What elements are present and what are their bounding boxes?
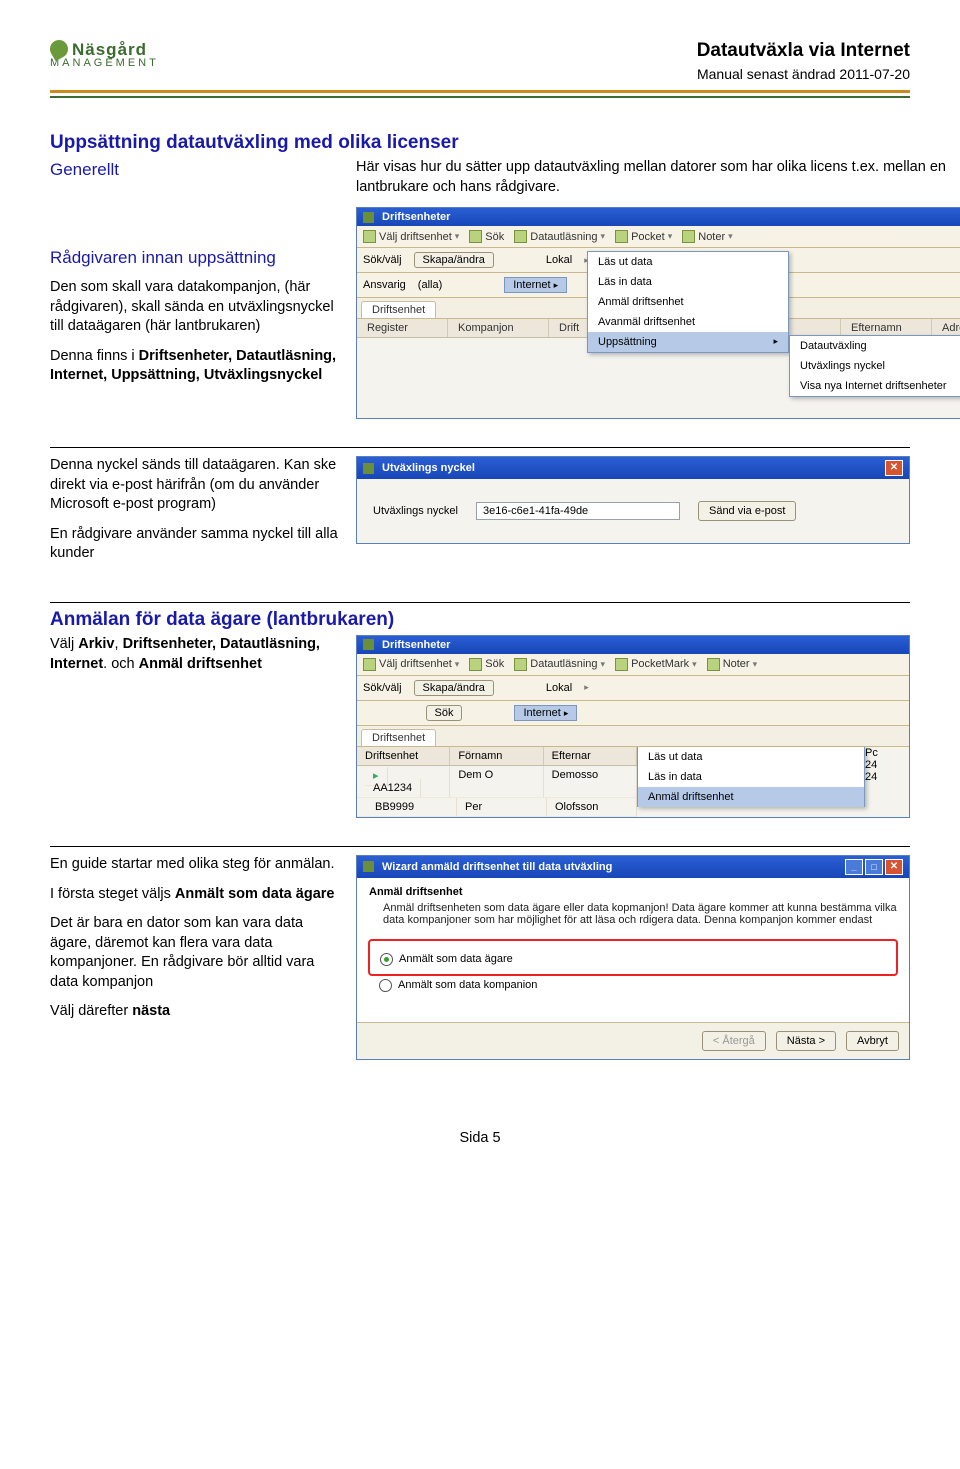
tab-driftsenhet[interactable]: Driftsenhet [361, 729, 436, 746]
lbl-sokvalj: Sök/välj [363, 254, 402, 266]
sec1-left-p1: Den som skall vara datakompanjon, (här r… [50, 278, 340, 337]
divider [50, 846, 910, 847]
tab-driftsenhet[interactable]: Driftsenhet [361, 301, 436, 318]
tool-valj-driftsenhet[interactable]: Välj driftsenhet▾ [363, 658, 459, 671]
col-kompanjon: Kompanjon [448, 319, 549, 337]
col-driftsenhet: Driftsenhet [357, 747, 450, 766]
table-row[interactable]: BB9999PerOlofsson [357, 798, 637, 817]
col-efternamn: Efternar [544, 747, 637, 766]
appwin-leaf-icon: Driftsenheter [363, 211, 450, 223]
sec3-p1: Välj Arkiv, Driftsenheter, Datautläsning… [50, 635, 340, 674]
leaf-icon [363, 463, 374, 474]
mi-anmal-driftsenhet[interactable]: Anmäl driftsenhet [638, 787, 864, 807]
divider [50, 447, 910, 448]
lbl-sokvalj: Sök/välj [363, 682, 402, 694]
wizard-title: Wizard anmäld driftsenhet till data utvä… [382, 861, 612, 873]
mi-utvaxlings-nyckel[interactable]: Utväxlings nyckel [790, 356, 960, 376]
logo: Näsgård MANAGEMENT [50, 40, 159, 69]
wiz-intro: Anmäl driftsenheten som data ägare eller… [383, 902, 897, 926]
col-fornamn: Förnamn [450, 747, 543, 766]
context-menu-datautlasning: Läs ut data Läs in data Anmäl driftsenhe… [587, 251, 789, 353]
table-row[interactable]: ▸ AA1234Dem ODemosso [357, 766, 637, 798]
btn-aterga: < Återgå [702, 1031, 766, 1051]
mi-las-in-data[interactable]: Läs in data [638, 767, 864, 787]
col-pc: Pc [865, 747, 909, 759]
tool-noter[interactable]: Noter▾ [682, 230, 732, 243]
dialog-utvaxlings-nyckel: Utväxlings nyckel ✕ Utväxlings nyckel 3e… [356, 456, 910, 544]
toolbar: Välj driftsenhet▾ Sök Datautläsning▾ Poc… [357, 226, 960, 248]
app-icon [363, 639, 374, 650]
divider-orange [50, 90, 910, 93]
sel-internet[interactable]: Internet ▸ [514, 705, 577, 721]
sub-radgivaren: Rådgivaren innan uppsättning [50, 248, 340, 268]
app-icon [363, 861, 374, 872]
sec4-p4: Välj därefter nästa [50, 1002, 340, 1022]
submenu-uppsattning: Datautväxling Utväxlings nyckel Visa nya… [789, 335, 960, 397]
sec4-p3: Det är bara en dator som kan vara data ä… [50, 914, 340, 992]
mi-visa-nya[interactable]: Visa nya Internet driftsenheter [790, 376, 960, 396]
mi-datautvaxling[interactable]: Datautväxling [790, 336, 960, 356]
input-nyckel[interactable]: 3e16-c6e1-41fa-49de [476, 502, 680, 520]
sub-generellt: Generellt [50, 160, 340, 180]
tool-valj-driftsenhet[interactable]: Välj driftsenhet▾ [363, 230, 459, 243]
mi-las-in-data[interactable]: Läs in data [588, 272, 788, 292]
sec1-right-p1: Här visas hur du sätter upp datautväxlin… [356, 158, 960, 197]
sec4-p2: I första steget väljs Anmält som data äg… [50, 885, 340, 905]
divider-green [50, 96, 910, 98]
mi-las-ut-data[interactable]: Läs ut data [588, 252, 788, 272]
radio-anmalt-data-kompanion[interactable]: Anmält som data kompanion [379, 979, 887, 992]
btn-skapa-andra[interactable]: Skapa/ändra [414, 252, 494, 268]
radio-group-selected: Anmält som data ägare [369, 940, 897, 975]
section1-title: Uppsättning datautväxling med olika lice… [50, 126, 910, 154]
tool-sok[interactable]: Sök [469, 658, 504, 671]
sec1-left-p2: Denna finns i Driftsenheter, Datautläsni… [50, 347, 340, 386]
tool-sok[interactable]: Sök [469, 230, 504, 243]
tool-pocketmark[interactable]: PocketMark▾ [615, 658, 697, 671]
logo-text-bottom: MANAGEMENT [50, 58, 159, 69]
dlg-title: Utväxlings nyckel [382, 462, 475, 474]
tool-datautlasning[interactable]: Datautläsning▾ [514, 658, 605, 671]
wiz-group-title: Anmäl driftsenhet [369, 886, 897, 898]
tool-noter[interactable]: Noter▾ [707, 658, 757, 671]
cell: 24 [865, 759, 877, 771]
tool-datautlasning[interactable]: Datautläsning▾ [514, 230, 605, 243]
close-icon[interactable]: ✕ [885, 460, 903, 476]
logo-text-top: Näsgård [72, 41, 147, 58]
sel-lokal[interactable]: Lokal [546, 254, 572, 266]
btn-avbryt[interactable]: Avbryt [846, 1031, 899, 1051]
radio-anmalt-data-agare[interactable]: Anmält som data ägare [380, 953, 886, 966]
maximize-icon[interactable]: □ [865, 859, 883, 875]
btn-skapa-andra[interactable]: Skapa/ändra [414, 680, 494, 696]
section3-title: Anmälan för data ägare (lantbrukaren) [50, 602, 910, 631]
val-alla: (alla) [418, 279, 442, 291]
doc-subtitle: Manual senast ändrad 2011-07-20 [697, 66, 910, 82]
lbl-ansvarig: Ansvarig [363, 279, 406, 291]
mi-avanmal-driftsenhet[interactable]: Avanmäl driftsenhet [588, 312, 788, 332]
close-icon[interactable]: ✕ [885, 859, 903, 875]
cell: 24 [865, 771, 877, 783]
doc-title: Datautväxla via Internet [697, 40, 910, 62]
mi-anmal-driftsenhet[interactable]: Anmäl driftsenhet [588, 292, 788, 312]
btn-sand-via-epost[interactable]: Sänd via e-post [698, 501, 796, 521]
app-window-driftsenheter-2: Driftsenheter Välj driftsenhet▾ Sök Data… [356, 635, 910, 818]
btn-nasta[interactable]: Nästa > [776, 1031, 836, 1051]
sec2-p1: Denna nyckel sänds till dataägaren. Kan … [50, 456, 340, 515]
wizard-window: Wizard anmäld driftsenhet till data utvä… [356, 855, 910, 1060]
mi-uppsattning[interactable]: Uppsättning▸ [588, 332, 788, 352]
sel-lokal[interactable]: Lokal [546, 682, 572, 694]
tool-pocket[interactable]: Pocket▾ [615, 230, 672, 243]
page-number: Sida 5 [50, 1130, 910, 1146]
lbl-utvaxlings-nyckel: Utväxlings nyckel [373, 505, 458, 517]
sec4-p1: En guide startar med olika steg för anmä… [50, 855, 340, 875]
mi-las-ut-data[interactable]: Läs ut data [638, 747, 864, 767]
sec2-p2: En rådgivare använder samma nyckel till … [50, 525, 340, 564]
sel-internet[interactable]: Internet ▸ [504, 277, 567, 293]
app-window-driftsenheter-1: Driftsenheter Välj driftsenhet▾ Sök Data… [356, 207, 960, 419]
minimize-icon[interactable]: _ [845, 859, 863, 875]
btn-sok[interactable]: Sök [426, 705, 463, 721]
col-register: Register [357, 319, 448, 337]
